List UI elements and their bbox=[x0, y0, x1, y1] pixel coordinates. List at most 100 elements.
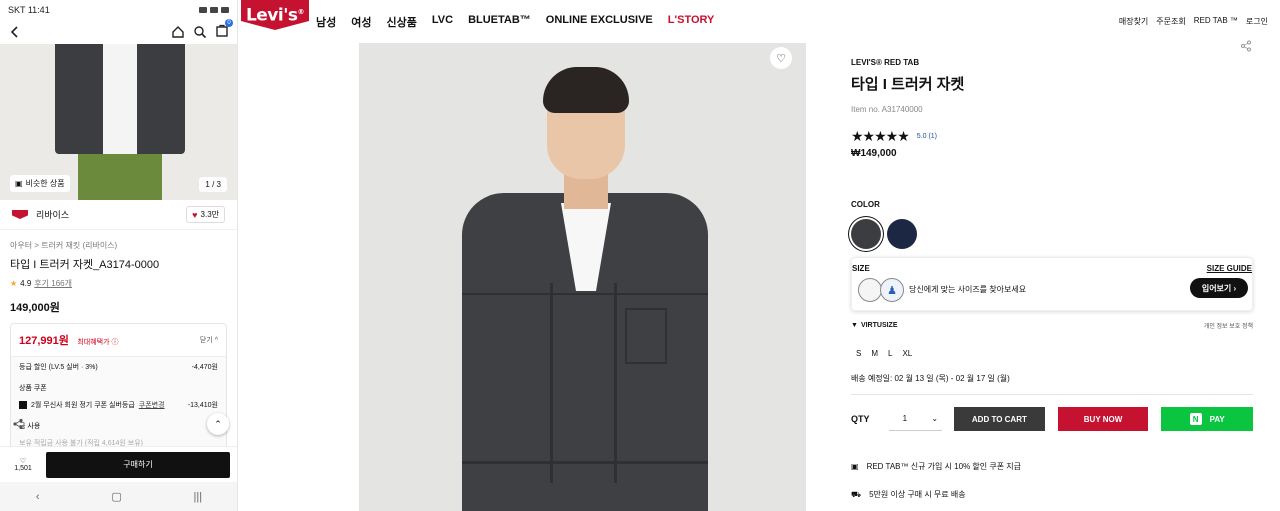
coupon-row: 2월 무신사 회원 정기 쿠폰 실버등급 쿠폰변경 -13,410원 bbox=[11, 395, 226, 415]
battery-icon bbox=[221, 7, 229, 13]
pants-shape bbox=[78, 154, 162, 200]
review-count-link[interactable]: 후기 166개 bbox=[34, 278, 72, 289]
coupon-change-link[interactable]: 쿠폰변경 bbox=[139, 400, 165, 410]
add-to-cart-button[interactable]: ADD TO CART bbox=[954, 407, 1045, 431]
size-option-m[interactable]: M bbox=[871, 349, 878, 358]
heart-icon: ♡ bbox=[776, 52, 786, 65]
color-label: COLOR bbox=[851, 200, 880, 209]
nav-lvc[interactable]: LVC bbox=[432, 14, 453, 30]
rating-stars-icon: ★★★★★ bbox=[851, 128, 910, 144]
home-icon[interactable] bbox=[171, 25, 185, 39]
purchase-row: QTY 1 ⌄ ADD TO CART BUY NOW N PAY bbox=[851, 407, 1254, 431]
system-nav-bar: ‹ ▢ ||| bbox=[0, 482, 237, 511]
try-on-button[interactable]: 입어보기 › bbox=[1190, 278, 1248, 298]
size-option-s[interactable]: S bbox=[856, 349, 861, 358]
mobile-app-panel: SKT 11:41 0 ▣ 비슷한 상품 1 / 3 리바이스 ♥ 3.3만 아… bbox=[0, 0, 238, 511]
favorite-button[interactable]: ♡ 1,501 bbox=[8, 457, 38, 472]
system-home-icon[interactable]: ▢ bbox=[111, 490, 121, 503]
heart-icon: ♥ bbox=[192, 209, 198, 220]
grade-discount-row: 등급 할인 (LV.5 실버 · 3%) -4,470원 bbox=[11, 357, 226, 377]
rating-score[interactable]: 5.0 (1) bbox=[917, 133, 937, 140]
share-icon[interactable] bbox=[12, 418, 24, 430]
rating-score: 4.9 bbox=[20, 279, 32, 288]
max-benefit-price: 127,991원 bbox=[19, 335, 69, 347]
benefit-close-button[interactable]: 닫기 ^ bbox=[200, 335, 218, 345]
product-subbrand: LEVI'S® RED TAB bbox=[851, 58, 920, 67]
order-lookup-link[interactable]: 주문조회 bbox=[1156, 16, 1185, 27]
color-swatches bbox=[851, 219, 1253, 249]
coupon-checkbox[interactable] bbox=[19, 401, 27, 409]
coupon-heading: 상품 쿠폰 bbox=[19, 385, 47, 392]
wishlist-button[interactable]: ♡ bbox=[770, 47, 792, 69]
size-guide-link[interactable]: SIZE GUIDE bbox=[1207, 264, 1252, 273]
nav-lstory[interactable]: L'STORY bbox=[668, 14, 715, 30]
signal-icon bbox=[210, 7, 218, 13]
image-pager[interactable]: 1 / 3 bbox=[199, 177, 227, 192]
size-finder-message: 당신에게 맞는 사이즈를 찾아보세요 bbox=[909, 285, 1027, 294]
similar-icon: ▣ bbox=[15, 179, 23, 188]
brand-name: 리바이스 bbox=[36, 210, 70, 220]
wifi-icon bbox=[199, 7, 207, 13]
points-heading: 금 사용 bbox=[19, 423, 41, 430]
nav-new[interactable]: 신상품 bbox=[387, 14, 417, 30]
naver-pay-button[interactable]: N PAY bbox=[1161, 407, 1254, 431]
color-swatch-black[interactable] bbox=[851, 219, 881, 249]
qty-label: QTY bbox=[851, 414, 870, 424]
grade-discount-label: 등급 할인 (LV.5 실버 · 3%) bbox=[19, 364, 98, 371]
nav-women[interactable]: 여성 bbox=[351, 14, 371, 30]
size-option-xl[interactable]: XL bbox=[902, 349, 912, 358]
utility-nav: 매장찾기 주문조회 RED TAB ™ 로그인 bbox=[1119, 16, 1268, 27]
nav-men[interactable]: 남성 bbox=[316, 14, 336, 30]
buy-now-button[interactable]: BUY NOW bbox=[1057, 407, 1149, 431]
system-back-icon[interactable]: ‹ bbox=[36, 491, 40, 503]
max-benefit-label: 최대혜택가 ⓘ bbox=[77, 339, 119, 346]
search-icon[interactable] bbox=[193, 25, 207, 39]
mobile-product-image[interactable]: ▣ 비슷한 상품 1 / 3 bbox=[0, 44, 237, 200]
benefit-panel: 127,991원 최대혜택가 ⓘ 닫기 ^ 등급 할인 (LV.5 실버 · 3… bbox=[10, 323, 227, 453]
nav-online-exclusive[interactable]: ONLINE EXCLUSIVE bbox=[546, 14, 653, 30]
similar-products-button[interactable]: ▣ 비슷한 상품 bbox=[10, 175, 70, 192]
scroll-top-button[interactable]: ⌃ bbox=[207, 413, 229, 435]
hair-shape bbox=[543, 67, 629, 113]
pay-label: PAY bbox=[1209, 414, 1225, 424]
size-options: S M L XL bbox=[851, 349, 1253, 358]
quantity-select[interactable]: 1 ⌄ bbox=[888, 407, 943, 431]
grade-discount-value: -4,470원 bbox=[191, 364, 218, 371]
breadcrumb[interactable]: 아우터 > 트러커 재킷 (리바이스) bbox=[0, 230, 237, 251]
back-icon[interactable] bbox=[8, 25, 22, 39]
virtusize-row: ▼ VIRTUSIZE 개인 정보 보호 정책 bbox=[851, 321, 1253, 330]
size-option-l[interactable]: L bbox=[888, 349, 892, 358]
shirt-shape bbox=[103, 44, 137, 154]
virtusize-logo-icon: ▼ bbox=[851, 322, 858, 329]
red-tab-link[interactable]: RED TAB ™ bbox=[1194, 16, 1238, 27]
mobile-buy-button[interactable]: 구매하기 bbox=[46, 451, 230, 478]
status-time: SKT 11:41 bbox=[8, 5, 50, 15]
privacy-policy-link[interactable]: 개인 정보 보호 정책 bbox=[1204, 321, 1253, 330]
store-finder-link[interactable]: 매장찾기 bbox=[1119, 16, 1148, 27]
size-finder-box: SIZE SIZE GUIDE ♟ 당신에게 맞는 사이즈를 찾아보세요 입어보… bbox=[851, 257, 1253, 311]
brand-like-button[interactable]: ♥ 3.3만 bbox=[186, 206, 225, 223]
product-rating[interactable]: ★★★★★ 5.0 (1) bbox=[851, 128, 1253, 145]
favorite-count: 1,501 bbox=[14, 465, 32, 472]
brand-logo-icon bbox=[12, 210, 28, 219]
nav-bluetab[interactable]: BLUETAB™ bbox=[468, 14, 531, 30]
chevron-down-icon: ⌄ bbox=[931, 414, 939, 423]
virtusize-label: VIRTUSIZE bbox=[860, 322, 898, 329]
color-swatch-navy[interactable] bbox=[887, 219, 917, 249]
promo-shipping: ⛟ 5만원 이상 구매 시 무료 배송 bbox=[851, 489, 1253, 500]
mobile-bottom-bar: ♡ 1,501 구매하기 bbox=[0, 446, 237, 482]
body-avatar-icon: ♟ bbox=[880, 278, 904, 302]
truck-icon: ⛟ bbox=[851, 489, 862, 499]
brand-like-count: 3.3만 bbox=[200, 210, 219, 219]
system-recents-icon[interactable]: ||| bbox=[194, 491, 203, 503]
mobile-rating[interactable]: ★ 4.9 후기 166개 bbox=[0, 272, 237, 289]
levis-logo[interactable]: Levi's® bbox=[241, 0, 309, 30]
mobile-product-title: 타입 I 트러커 자켓_A3174-0000 bbox=[10, 259, 160, 271]
brand-row[interactable]: 리바이스 ♥ 3.3만 bbox=[0, 200, 237, 230]
similar-label: 비슷한 상품 bbox=[25, 179, 65, 188]
main-product-image[interactable]: ♡ bbox=[359, 43, 806, 511]
promo-signup-text: RED TAB™ 신규 가입 시 10% 할인 쿠폰 지급 bbox=[866, 462, 1022, 471]
login-link[interactable]: 로그인 bbox=[1246, 16, 1268, 27]
coupon-value: -13,410원 bbox=[187, 402, 218, 409]
cart-button[interactable]: 0 bbox=[215, 18, 233, 42]
